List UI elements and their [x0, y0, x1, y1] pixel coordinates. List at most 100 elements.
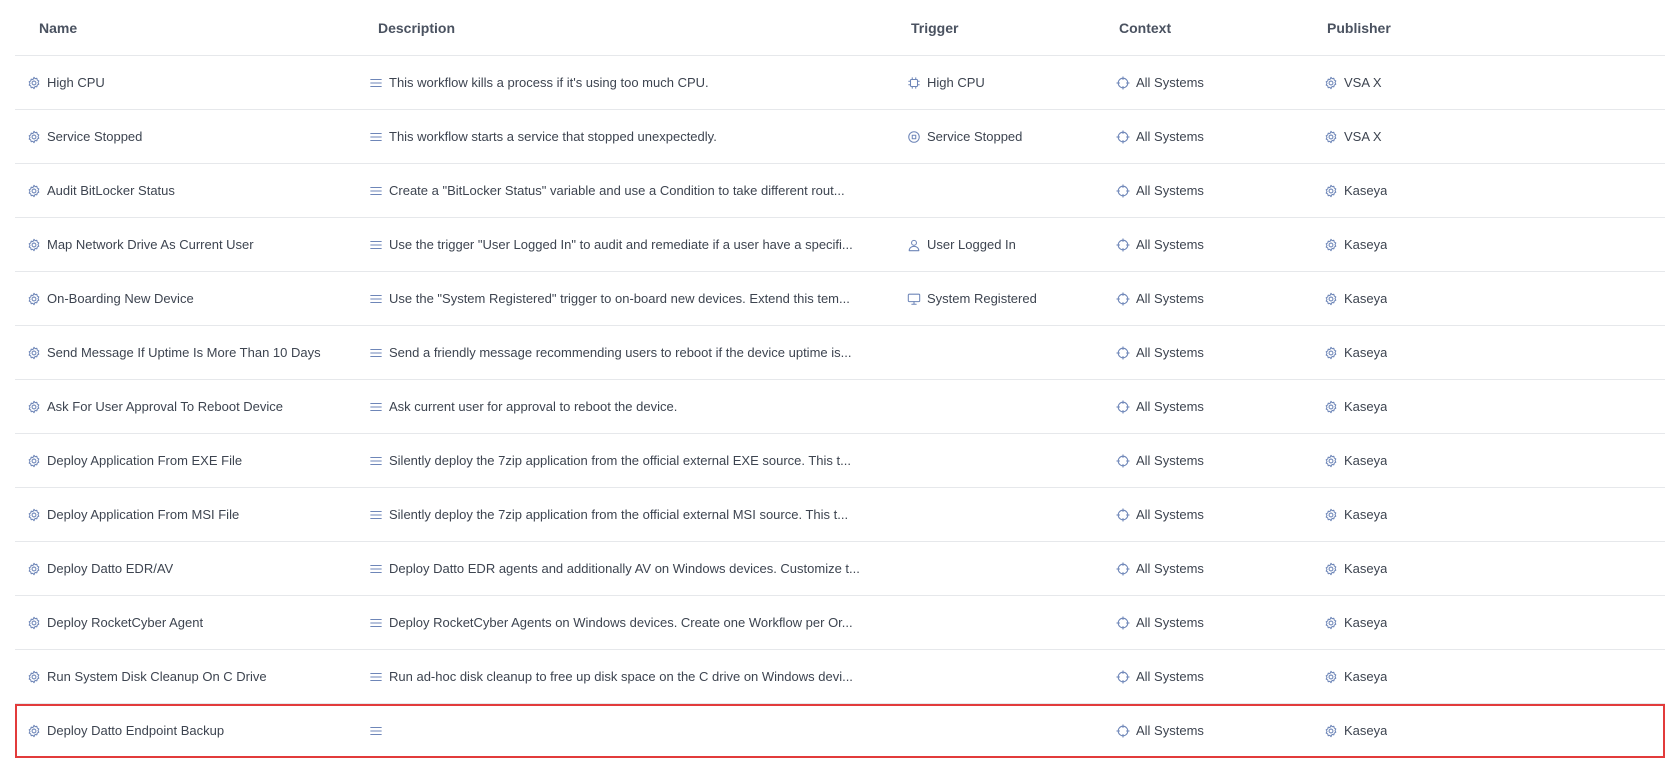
workflow-trigger: [907, 704, 1107, 757]
workflow-description-text: Silently deploy the 7zip application fro…: [389, 453, 851, 468]
table-row[interactable]: Send Message If Uptime Is More Than 10 D…: [15, 326, 1665, 380]
workflow-name[interactable]: Deploy Datto Endpoint Backup: [27, 704, 352, 757]
workflow-context-text: All Systems: [1136, 75, 1204, 90]
workflow-name[interactable]: Deploy RocketCyber Agent: [27, 596, 352, 649]
workflow-publisher: Kaseya: [1324, 542, 1524, 595]
workflow-name[interactable]: Ask For User Approval To Reboot Device: [27, 380, 352, 433]
workflow-trigger-text: Service Stopped: [927, 129, 1023, 144]
workflow-trigger: [907, 650, 1107, 703]
workflow-publisher: Kaseya: [1324, 488, 1524, 541]
gear-icon: [27, 616, 41, 630]
gear-icon: [27, 184, 41, 198]
table-row[interactable]: Run System Disk Cleanup On C Drive Run ad…: [15, 650, 1665, 704]
workflow-publisher-text: Kaseya: [1344, 183, 1388, 198]
table-row[interactable]: Deploy Datto EDR/AV Deploy Datto EDR agen…: [15, 542, 1665, 596]
workflow-name-text: Deploy Datto Endpoint Backup: [47, 723, 225, 738]
workflow-publisher: Kaseya: [1324, 218, 1524, 271]
workflow-name-text: Ask For User Approval To Reboot Device: [47, 399, 284, 414]
table-row[interactable]: Deploy RocketCyber Agent Deploy RocketCyb…: [15, 596, 1665, 650]
column-header-trigger[interactable]: Trigger: [911, 0, 1111, 55]
workflow-publisher-text: Kaseya: [1344, 237, 1388, 252]
workflow-context-text: All Systems: [1136, 669, 1204, 684]
table-row-selected[interactable]: Deploy Datto Endpoint Backup All Systems K…: [15, 704, 1665, 758]
workflow-name[interactable]: On-Boarding New Device: [27, 272, 352, 325]
workflow-context-text: All Systems: [1136, 129, 1204, 144]
workflow-context: All Systems: [1116, 326, 1316, 379]
cpu-icon: [907, 76, 921, 90]
workflow-name[interactable]: Deploy Application From EXE File: [27, 434, 352, 487]
workflow-publisher: Kaseya: [1324, 704, 1524, 757]
workflow-context: All Systems: [1116, 56, 1316, 109]
workflow-name[interactable]: High CPU: [27, 56, 352, 109]
workflow-context: All Systems: [1116, 650, 1316, 703]
workflow-context-text: All Systems: [1136, 399, 1204, 414]
gear-icon: [27, 454, 41, 468]
menu-lines-icon: [369, 238, 383, 252]
table-row[interactable]: Map Network Drive As Current User Use the…: [15, 218, 1665, 272]
workflow-description: Send a friendly message recommending use…: [369, 326, 909, 379]
workflow-description-text: Silently deploy the 7zip application fro…: [389, 507, 849, 522]
workflow-context-text: All Systems: [1136, 615, 1204, 630]
column-header-name[interactable]: Name: [39, 0, 364, 55]
workflow-publisher: Kaseya: [1324, 596, 1524, 649]
workflow-description-text: Create a "BitLocker Status" variable and…: [389, 183, 845, 198]
workflow-trigger-text: User Logged In: [927, 237, 1016, 252]
workflow-name[interactable]: Deploy Application From MSI File: [27, 488, 352, 541]
workflow-description: Run ad-hoc disk cleanup to free up disk …: [369, 650, 909, 703]
workflow-name[interactable]: Map Network Drive As Current User: [27, 218, 352, 271]
table-row[interactable]: Deploy Application From EXE File Silently…: [15, 434, 1665, 488]
workflow-description: Ask current user for approval to reboot …: [369, 380, 909, 433]
workflow-publisher: VSA X: [1324, 56, 1524, 109]
menu-lines-icon: [369, 130, 383, 144]
crosshair-icon: [1116, 453, 1130, 468]
workflow-name[interactable]: Run System Disk Cleanup On C Drive: [27, 650, 352, 703]
workflow-name-text: On-Boarding New Device: [47, 291, 194, 306]
workflow-description-text: Run ad-hoc disk cleanup to free up disk …: [389, 669, 853, 684]
workflow-context-text: All Systems: [1136, 507, 1204, 522]
workflow-name[interactable]: Deploy Datto EDR/AV: [27, 542, 352, 595]
gear-icon: [1324, 562, 1338, 576]
menu-lines-icon: [369, 346, 383, 360]
workflow-context: All Systems: [1116, 704, 1316, 757]
gear-icon: [1324, 292, 1338, 306]
crosshair-icon: [1116, 183, 1130, 198]
table-row[interactable]: Ask For User Approval To Reboot Device As…: [15, 380, 1665, 434]
crosshair-icon: [1116, 723, 1130, 738]
crosshair-icon: [1116, 669, 1130, 684]
workflow-description: Use the trigger "User Logged In" to audi…: [369, 218, 909, 271]
workflow-name[interactable]: Service Stopped: [27, 110, 352, 163]
workflow-publisher: Kaseya: [1324, 272, 1524, 325]
workflow-description-text: Deploy RocketCyber Agents on Windows dev…: [389, 615, 853, 630]
workflow-context-text: All Systems: [1136, 561, 1204, 576]
workflow-publisher: VSA X: [1324, 110, 1524, 163]
column-header-description[interactable]: Description: [378, 0, 918, 55]
gear-icon: [27, 670, 41, 684]
workflow-name-text: Deploy Datto EDR/AV: [47, 561, 174, 576]
workflow-context-text: All Systems: [1136, 345, 1204, 360]
gear-icon: [27, 76, 41, 90]
workflow-name[interactable]: Audit BitLocker Status: [27, 164, 352, 217]
crosshair-icon: [1116, 237, 1130, 252]
workflow-description-text: Use the trigger "User Logged In" to audi…: [389, 237, 853, 252]
column-header-publisher[interactable]: Publisher: [1327, 0, 1527, 55]
column-header-context[interactable]: Context: [1119, 0, 1319, 55]
table-row[interactable]: Audit BitLocker Status Create a "BitLocke…: [15, 164, 1665, 218]
workflow-name[interactable]: Send Message If Uptime Is More Than 10 D…: [27, 326, 352, 379]
table-row[interactable]: Service Stopped This workflow starts a se…: [15, 110, 1665, 164]
workflow-publisher-text: Kaseya: [1344, 399, 1388, 414]
table-row[interactable]: Deploy Application From MSI File Silently…: [15, 488, 1665, 542]
workflow-description: This workflow kills a process if it's us…: [369, 56, 909, 109]
workflow-description-text: Send a friendly message recommending use…: [389, 345, 852, 360]
workflow-publisher: Kaseya: [1324, 650, 1524, 703]
workflow-description: Use the "System Registered" trigger to o…: [369, 272, 909, 325]
workflow-trigger: High CPU: [907, 56, 1107, 109]
workflow-table: Name Description Trigger Context Publish…: [15, 0, 1665, 758]
workflow-description-text: Ask current user for approval to reboot …: [389, 399, 678, 414]
table-row[interactable]: High CPU This workflow kills a process if…: [15, 56, 1665, 110]
crosshair-icon: [1116, 129, 1130, 144]
user-icon: [907, 238, 921, 252]
workflow-publisher-text: Kaseya: [1344, 453, 1388, 468]
workflow-context: All Systems: [1116, 164, 1316, 217]
table-row[interactable]: On-Boarding New Device Use the "System Re…: [15, 272, 1665, 326]
workflow-publisher-text: Kaseya: [1344, 723, 1388, 738]
